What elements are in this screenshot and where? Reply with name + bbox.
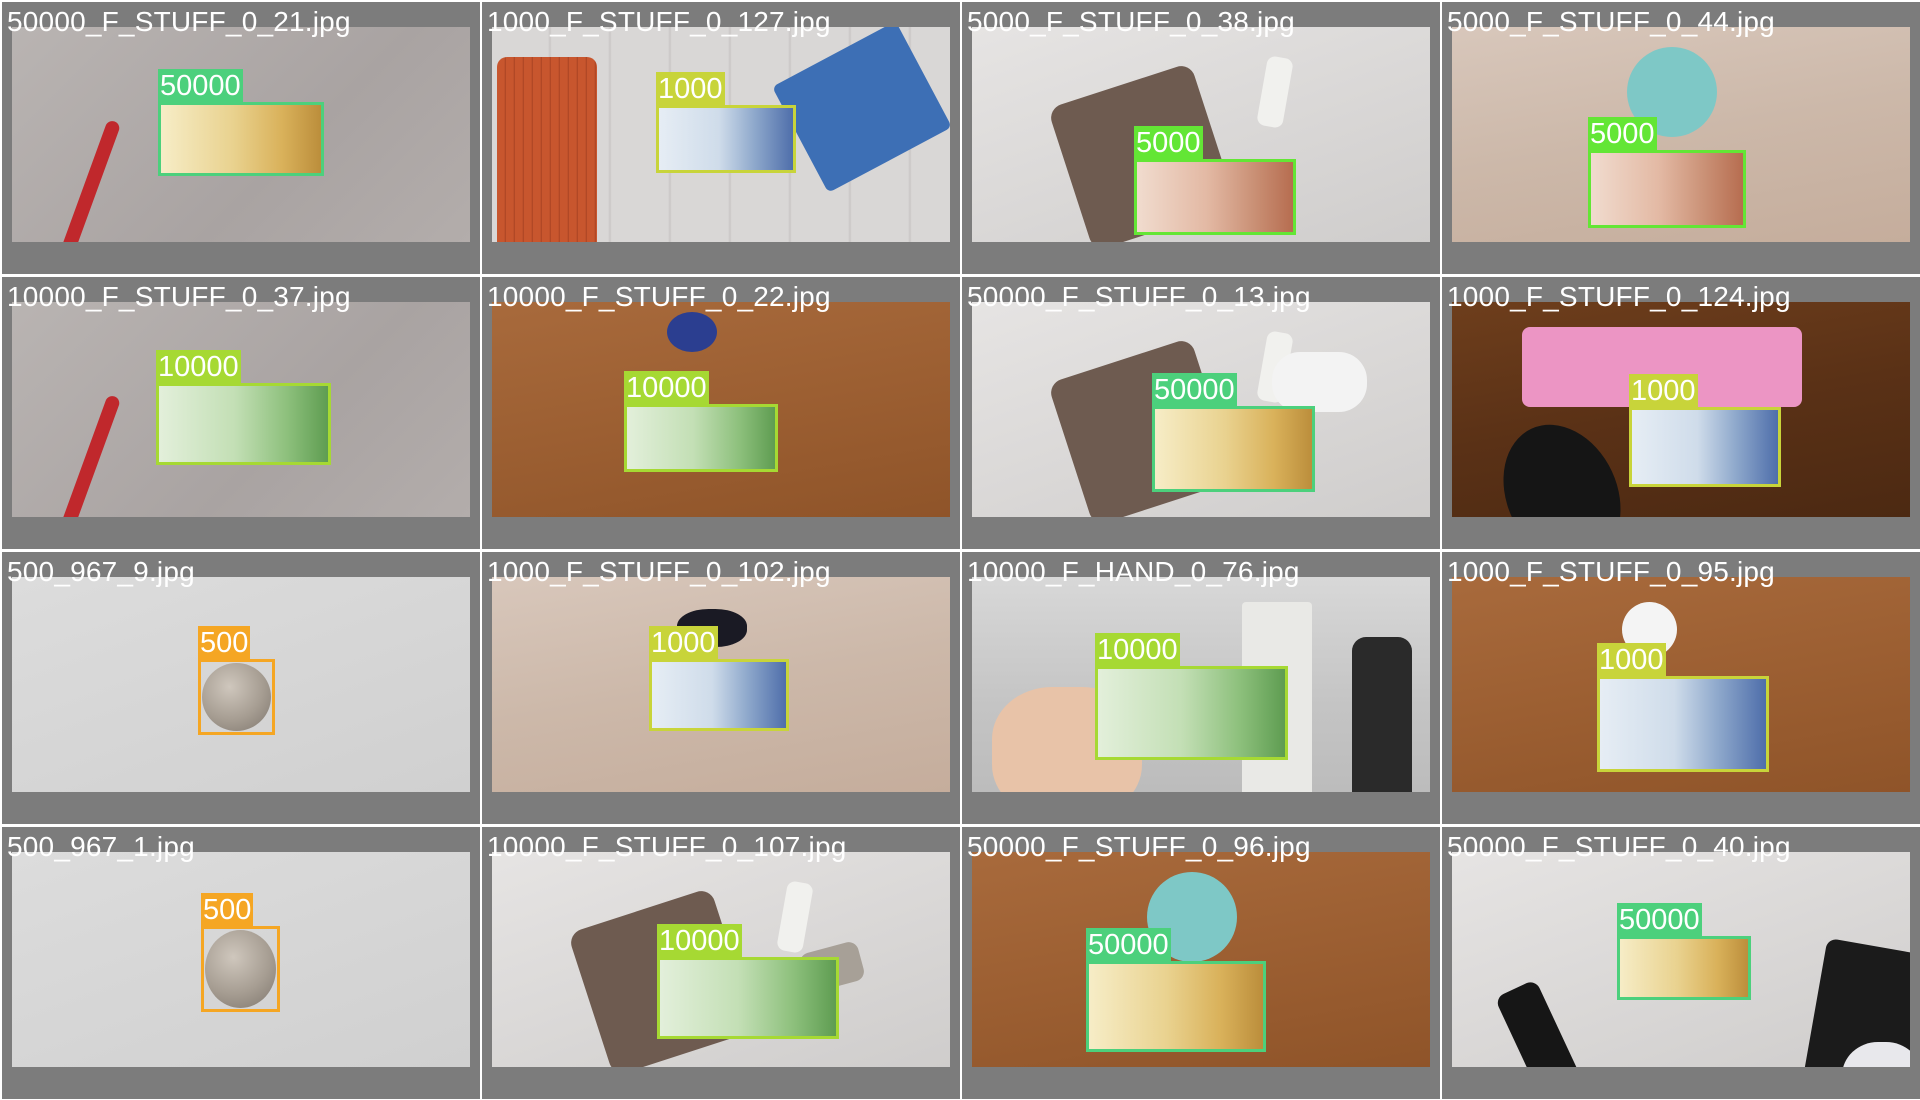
detection-class-label: 5000 (1588, 117, 1657, 151)
detection-class-label: 10000 (1095, 633, 1180, 667)
detection-bounding-box[interactable] (1629, 407, 1781, 487)
image-filename: 1000_F_STUFF_0_124.jpg (1447, 281, 1791, 312)
pen (56, 394, 122, 517)
tv-remote (1494, 979, 1595, 1067)
result-tile[interactable]: 5000_F_STUFF_0_38.jpg 5000 (962, 2, 1440, 274)
image-filename: 10000_F_STUFF_0_37.jpg (7, 281, 351, 312)
image-filename: 50000_F_STUFF_0_13.jpg (967, 281, 1311, 312)
detection-class-label: 50000 (1152, 373, 1237, 407)
image-filename: 5000_F_STUFF_0_38.jpg (967, 6, 1295, 37)
soap-dish (1272, 352, 1367, 412)
detection-class-label: 1000 (1597, 643, 1666, 677)
detection-class-label: 50000 (1086, 928, 1171, 962)
detection-results-grid: 50000_F_STUFF_0_21.jpg 50000 1000_F_STUFF_… (0, 0, 1920, 1100)
detection-bounding-box[interactable] (158, 102, 324, 176)
detection-bounding-box[interactable] (1095, 666, 1288, 760)
detection-bounding-box[interactable] (198, 659, 275, 735)
computer-mouse (1481, 405, 1643, 517)
image-filename: 50000_F_STUFF_0_21.jpg (7, 6, 351, 37)
detection-bounding-box[interactable] (156, 383, 331, 465)
result-tile[interactable]: 1000_F_STUFF_0_124.jpg 1000 (1442, 277, 1920, 549)
result-tile[interactable]: 1000_F_STUFF_0_95.jpg 1000 (1442, 552, 1920, 824)
result-tile[interactable]: 5000_F_STUFF_0_44.jpg 5000 (1442, 2, 1920, 274)
detection-bounding-box[interactable] (1617, 936, 1751, 1000)
result-tile[interactable]: 50000_F_STUFF_0_21.jpg 50000 (2, 2, 480, 274)
image-filename: 10000_F_STUFF_0_107.jpg (487, 831, 847, 862)
detection-class-label: 500 (201, 893, 254, 927)
image-filename: 10000_F_STUFF_0_22.jpg (487, 281, 831, 312)
detection-bounding-box[interactable] (1597, 676, 1769, 772)
detection-bounding-box[interactable] (1152, 406, 1315, 492)
image-filename: 1000_F_STUFF_0_102.jpg (487, 556, 831, 587)
detection-class-label: 500 (198, 626, 251, 660)
glue-stick (776, 880, 814, 954)
result-tile[interactable]: 50000_F_STUFF_0_40.jpg 50000 (1442, 827, 1920, 1099)
detection-class-label: 10000 (657, 924, 742, 958)
result-tile[interactable]: 50000_F_STUFF_0_96.jpg 50000 (962, 827, 1440, 1099)
detection-bounding-box[interactable] (201, 926, 280, 1012)
image-filename: 1000_F_STUFF_0_127.jpg (487, 6, 831, 37)
detection-class-label: 5000 (1134, 126, 1203, 160)
detection-class-label: 10000 (624, 371, 709, 405)
image-filename: 1000_F_STUFF_0_95.jpg (1447, 556, 1775, 587)
result-tile[interactable]: 10000_F_STUFF_0_37.jpg 10000 (2, 277, 480, 549)
person (1352, 637, 1412, 792)
image-filename: 500_967_9.jpg (7, 556, 195, 587)
detection-bounding-box[interactable] (1134, 159, 1296, 235)
image-filename: 10000_F_HAND_0_76.jpg (967, 556, 1300, 587)
detection-class-label: 1000 (649, 626, 718, 660)
detection-bounding-box[interactable] (657, 957, 839, 1039)
result-tile[interactable]: 500_967_1.jpg 500 (2, 827, 480, 1099)
image-filename: 5000_F_STUFF_0_44.jpg (1447, 6, 1775, 37)
image-filename: 50000_F_STUFF_0_96.jpg (967, 831, 1311, 862)
result-tile[interactable]: 50000_F_STUFF_0_13.jpg 50000 (962, 277, 1440, 549)
detection-class-label: 50000 (158, 69, 243, 103)
cup (667, 312, 717, 352)
result-tile[interactable]: 10000_F_STUFF_0_22.jpg 10000 (482, 277, 960, 549)
result-tile[interactable]: 1000_F_STUFF_0_127.jpg 1000 (482, 2, 960, 274)
detection-bounding-box[interactable] (624, 404, 778, 472)
pen (56, 119, 122, 242)
result-tile[interactable]: 10000_F_STUFF_0_107.jpg 10000 (482, 827, 960, 1099)
detection-bounding-box[interactable] (649, 659, 789, 731)
image-filename: 50000_F_STUFF_0_40.jpg (1447, 831, 1791, 862)
detection-bounding-box[interactable] (656, 105, 796, 173)
detection-class-label: 10000 (156, 350, 241, 384)
orange-knit-cloth (497, 57, 597, 242)
detection-bounding-box[interactable] (1588, 150, 1746, 228)
glue-stick (1256, 55, 1294, 129)
result-tile[interactable]: 10000_F_HAND_0_76.jpg 10000 (962, 552, 1440, 824)
detection-class-label: 50000 (1617, 903, 1702, 937)
result-tile[interactable]: 500_967_9.jpg 500 (2, 552, 480, 824)
detection-class-label: 1000 (656, 72, 725, 106)
detection-bounding-box[interactable] (1086, 961, 1266, 1052)
detection-class-label: 1000 (1629, 374, 1698, 408)
image-filename: 500_967_1.jpg (7, 831, 195, 862)
result-tile[interactable]: 1000_F_STUFF_0_102.jpg 1000 (482, 552, 960, 824)
snack-pack (772, 27, 950, 193)
